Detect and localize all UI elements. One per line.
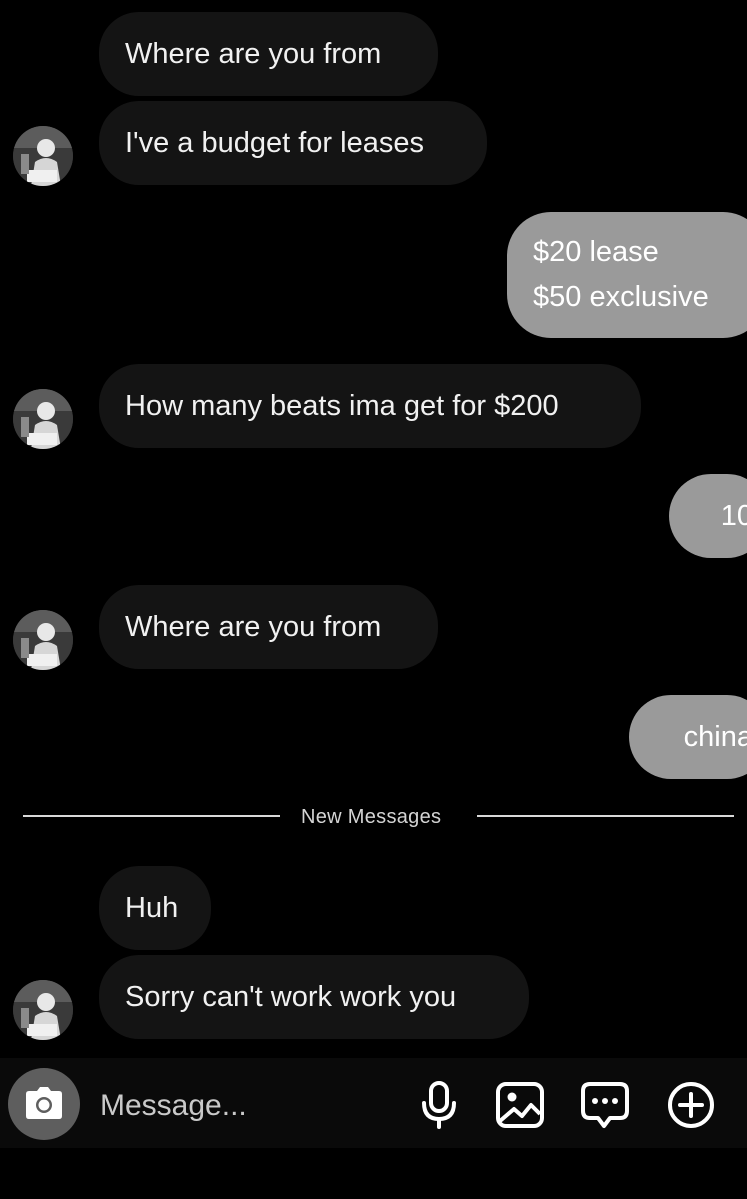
camera-button[interactable] bbox=[8, 1068, 80, 1140]
gallery-button[interactable] bbox=[495, 1080, 545, 1130]
incoming-message[interactable]: Sorry can't work work you bbox=[99, 955, 529, 1039]
message-text: How many beats ima get for $200 bbox=[125, 390, 559, 422]
message-text: china bbox=[683, 721, 747, 753]
microphone-button[interactable] bbox=[414, 1080, 464, 1130]
outgoing-message[interactable]: $20 lease $50 exclusive bbox=[507, 212, 747, 338]
message-text: 10 bbox=[720, 500, 747, 532]
sticker-button[interactable] bbox=[580, 1080, 630, 1130]
message-text: Where are you from bbox=[125, 38, 382, 70]
outgoing-message[interactable]: china bbox=[629, 695, 747, 779]
message-line: $20 lease bbox=[533, 236, 659, 268]
outgoing-message[interactable]: 10 bbox=[669, 474, 747, 558]
sender-avatar[interactable] bbox=[13, 980, 73, 1040]
message-text: Where are you from bbox=[125, 611, 382, 643]
sender-avatar[interactable] bbox=[13, 126, 73, 186]
message-text: I've a budget for leases bbox=[125, 127, 424, 159]
plus-button[interactable] bbox=[666, 1080, 716, 1130]
incoming-message[interactable]: I've a budget for leases bbox=[99, 101, 487, 185]
incoming-message[interactable]: Where are you from bbox=[99, 585, 438, 669]
sender-avatar[interactable] bbox=[13, 389, 73, 449]
image-icon bbox=[496, 1082, 544, 1128]
sender-avatar[interactable] bbox=[13, 610, 73, 670]
chat-bubble-icon bbox=[581, 1082, 629, 1128]
incoming-message[interactable]: How many beats ima get for $200 bbox=[99, 364, 641, 448]
plus-circle-icon bbox=[668, 1082, 714, 1128]
message-line: $50 exclusive bbox=[533, 281, 709, 313]
divider-line-right bbox=[477, 815, 734, 817]
incoming-message[interactable]: Where are you from bbox=[99, 12, 438, 96]
camera-icon bbox=[26, 1087, 62, 1119]
message-input[interactable] bbox=[100, 1084, 400, 1128]
message-text: Huh bbox=[125, 892, 179, 924]
divider-line-left bbox=[23, 815, 280, 817]
incoming-message[interactable]: Huh bbox=[99, 866, 211, 950]
microphone-icon bbox=[422, 1081, 456, 1129]
new-messages-divider: New Messages bbox=[301, 806, 442, 828]
message-text: Sorry can't work work you bbox=[125, 981, 457, 1013]
